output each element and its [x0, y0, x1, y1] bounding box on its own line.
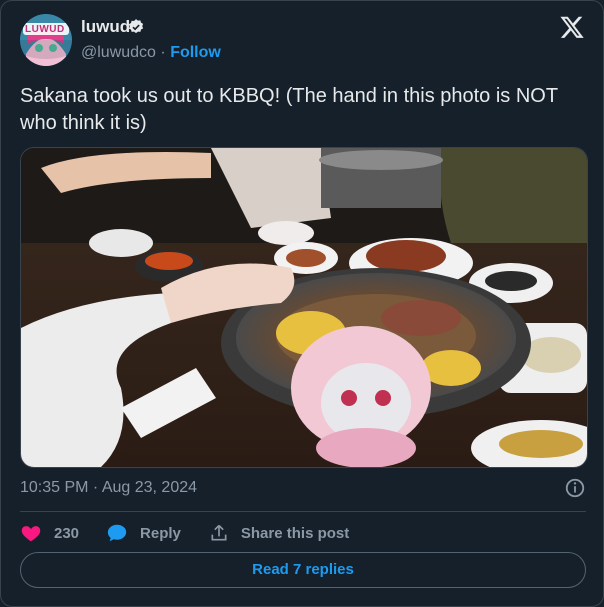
action-bar: 230 Reply Share this post — [20, 521, 349, 545]
tweet-card: LUWUD luwud @luwudco · Follow Sakana too… — [0, 0, 604, 607]
reply-label: Reply — [140, 524, 181, 542]
avatar[interactable]: LUWUD — [20, 14, 72, 66]
display-name[interactable]: luwud — [81, 17, 130, 37]
share-icon — [211, 524, 227, 541]
reply-bubble-icon — [107, 524, 127, 542]
x-logo-icon[interactable] — [559, 14, 585, 40]
info-icon[interactable] — [564, 477, 586, 499]
share-label: Share this post — [240, 524, 350, 542]
tweet-photo[interactable] — [20, 147, 588, 468]
tweet-timestamp[interactable]: 10:35 PM · Aug 23, 2024 — [20, 479, 197, 497]
avatar-logo-text: LUWUD — [25, 24, 65, 35]
follow-button[interactable]: Follow — [170, 44, 221, 61]
separator: · — [160, 44, 166, 61]
read-replies-button[interactable]: Read 7 replies — [20, 552, 586, 588]
divider — [20, 511, 586, 512]
verified-badge-icon — [128, 19, 144, 34]
share-button[interactable]: Share this post — [209, 523, 349, 543]
like-button[interactable]: 230 — [20, 522, 79, 544]
like-count: 230 — [54, 524, 80, 542]
handle[interactable]: @luwudco — [81, 44, 156, 61]
handle-row: @luwudco · Follow — [81, 44, 221, 62]
tweet-text: Sakana took us out to KBBQ! (The hand in… — [20, 85, 558, 134]
heart-icon — [21, 526, 41, 542]
reply-button[interactable]: Reply — [106, 522, 181, 544]
